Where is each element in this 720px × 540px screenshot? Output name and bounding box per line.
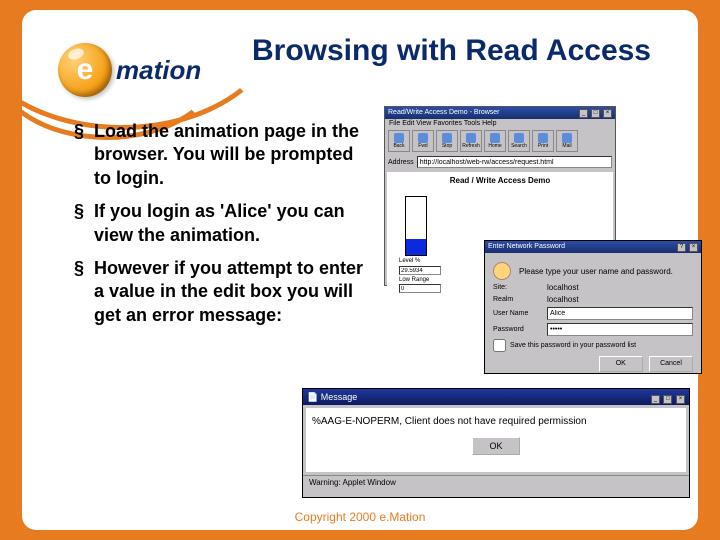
- login-prompt: Please type your user name and password.: [519, 267, 673, 276]
- toolbar-back[interactable]: Back: [388, 130, 410, 152]
- cancel-button[interactable]: Cancel: [649, 356, 693, 372]
- back-icon: [394, 133, 404, 143]
- close-icon[interactable]: ×: [603, 109, 612, 118]
- help-icon[interactable]: ?: [677, 243, 686, 252]
- maximize-icon[interactable]: □: [663, 395, 672, 404]
- mail-icon: [562, 133, 572, 143]
- username-label: User Name: [493, 310, 543, 317]
- window-controls: ? ×: [676, 241, 698, 253]
- bullet-item: However if you attempt to enter a value …: [74, 257, 374, 327]
- home-icon: [490, 133, 500, 143]
- window-controls: _ □ ×: [578, 107, 612, 119]
- logo-text: mation: [116, 55, 201, 86]
- login-dialog: Enter Network Password ? × Please type y…: [484, 240, 702, 374]
- login-titlebar: Enter Network Password ? ×: [485, 241, 701, 253]
- toolbar-label: Home: [488, 143, 501, 149]
- search-icon: [514, 133, 524, 143]
- page-title: Read / Write Access Demo: [387, 172, 613, 189]
- window-controls: _ □ ×: [650, 389, 685, 405]
- address-input[interactable]: [417, 156, 612, 168]
- username-input[interactable]: [547, 307, 693, 320]
- refresh-icon: [466, 133, 476, 143]
- toolbar-label: Stop: [442, 143, 452, 149]
- toolbar-label: Mail: [562, 143, 571, 149]
- toolbar-label: Back: [393, 143, 404, 149]
- bullet-item: Load the animation page in the browser. …: [74, 120, 374, 190]
- toolbar-mail[interactable]: Mail: [556, 130, 578, 152]
- login-title: Enter Network Password: [488, 241, 565, 253]
- ok-button[interactable]: OK: [472, 437, 520, 455]
- password-label: Password: [493, 326, 543, 333]
- realm-label: Realm: [493, 296, 543, 303]
- stop-icon: [442, 133, 452, 143]
- level-input[interactable]: [399, 266, 441, 275]
- save-password-label: Save this password in your password list: [510, 342, 636, 349]
- forward-icon: [418, 133, 428, 143]
- key-icon: [493, 262, 511, 280]
- toolbar-search[interactable]: Search: [508, 130, 530, 152]
- message-status: Warning: Applet Window: [303, 475, 689, 489]
- copyright: Copyright 2000 e.Mation: [22, 510, 698, 524]
- close-icon[interactable]: ×: [689, 243, 698, 252]
- address-label: Address: [388, 159, 414, 166]
- level-label: Level %: [399, 258, 420, 264]
- toolbar-label: Search: [511, 143, 527, 149]
- realm-value: localhost: [547, 295, 579, 304]
- toolbar-home[interactable]: Home: [484, 130, 506, 152]
- browser-title: Read/Write Access Demo - Browser: [388, 107, 500, 119]
- level-fill: [406, 239, 426, 255]
- toolbar-refresh[interactable]: Refresh: [460, 130, 482, 152]
- range-input[interactable]: [399, 284, 441, 293]
- browser-toolbar: Back Fwd Stop Refresh Home Search Print …: [385, 128, 615, 154]
- slide-inner: e mation Browsing with Read Access Load …: [22, 10, 698, 530]
- toolbar-print[interactable]: Print: [532, 130, 554, 152]
- maximize-icon[interactable]: □: [591, 109, 600, 118]
- save-password-checkbox[interactable]: [493, 339, 506, 352]
- bullet-list: Load the animation page in the browser. …: [74, 120, 374, 337]
- toolbar-stop[interactable]: Stop: [436, 130, 458, 152]
- logo-icon: e: [58, 43, 112, 97]
- toolbar-label: Refresh: [462, 143, 480, 149]
- slide: e mation Browsing with Read Access Load …: [0, 0, 720, 540]
- message-text: %AAG-E-NOPERM, Client does not have requ…: [312, 416, 680, 427]
- message-dialog: 📄 Message _ □ × %AAG-E-NOPERM, Client do…: [302, 388, 690, 498]
- message-titlebar: 📄 Message _ □ ×: [303, 389, 689, 405]
- message-title: 📄 Message: [307, 389, 357, 405]
- toolbar-label: Fwd: [418, 143, 427, 149]
- site-label: Site:: [493, 284, 543, 291]
- close-icon[interactable]: ×: [676, 395, 685, 404]
- minimize-icon[interactable]: _: [651, 395, 660, 404]
- browser-menu[interactable]: File Edit View Favorites Tools Help: [385, 119, 615, 128]
- range-label: Low Range: [399, 277, 429, 283]
- toolbar-forward[interactable]: Fwd: [412, 130, 434, 152]
- print-icon: [538, 133, 548, 143]
- browser-titlebar: Read/Write Access Demo - Browser _ □ ×: [385, 107, 615, 119]
- ok-button[interactable]: OK: [599, 356, 643, 372]
- minimize-icon[interactable]: _: [579, 109, 588, 118]
- password-input[interactable]: [547, 323, 693, 336]
- slide-title: Browsing with Read Access: [252, 34, 720, 68]
- level-bar: [405, 196, 427, 256]
- logo: e mation: [58, 40, 218, 100]
- toolbar-label: Print: [538, 143, 548, 149]
- bullet-item: If you login as 'Alice' you can view the…: [74, 200, 374, 247]
- site-value: localhost: [547, 283, 579, 292]
